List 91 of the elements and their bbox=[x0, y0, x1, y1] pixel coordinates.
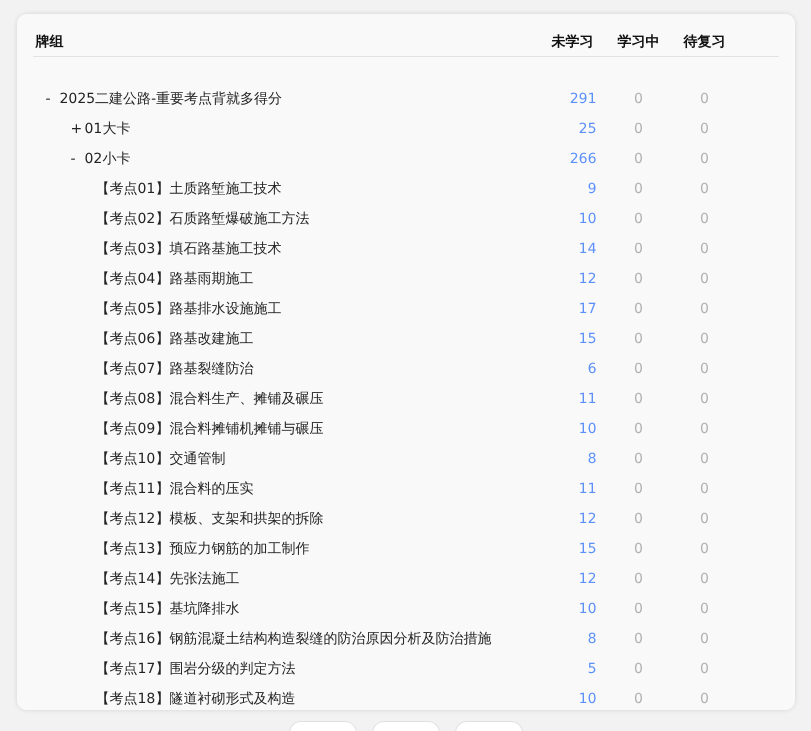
deck-name[interactable]: 【考点09】混合料摊铺机摊铺与碾压 bbox=[96, 420, 324, 438]
new-count: 6 bbox=[588, 361, 598, 377]
expand-toggle[interactable]: - bbox=[46, 91, 60, 107]
deck-name[interactable]: 【考点07】路基裂缝防治 bbox=[96, 360, 254, 378]
new-count: 11 bbox=[578, 391, 598, 407]
review-count: 0 bbox=[700, 511, 709, 527]
review-count: 0 bbox=[700, 541, 709, 557]
learning-count: 0 bbox=[634, 271, 643, 287]
deck-name[interactable]: 【考点10】交通管制 bbox=[96, 450, 226, 468]
new-count: 12 bbox=[578, 271, 598, 287]
review-count: 0 bbox=[700, 121, 709, 137]
new-count: 10 bbox=[578, 601, 598, 617]
review-count: 0 bbox=[700, 631, 709, 647]
review-count: 0 bbox=[700, 301, 709, 317]
review-count: 0 bbox=[700, 181, 709, 197]
deck-name[interactable]: 【考点04】路基雨期施工 bbox=[96, 270, 254, 288]
deck-name[interactable]: 【考点14】先张法施工 bbox=[96, 570, 240, 588]
deck-name[interactable]: 【考点02】石质路堑爆破施工方法 bbox=[96, 210, 310, 228]
learning-count: 0 bbox=[634, 151, 643, 167]
review-count: 0 bbox=[700, 211, 709, 227]
deck-name[interactable]: 02小卡 bbox=[84, 150, 130, 168]
new-count: 14 bbox=[578, 241, 598, 257]
column-header: 牌组 bbox=[34, 33, 64, 51]
review-count: 0 bbox=[700, 571, 709, 587]
expand-toggle[interactable]: + bbox=[70, 121, 84, 137]
learning-count: 0 bbox=[634, 331, 643, 347]
new-count: 15 bbox=[578, 331, 598, 347]
deck-name[interactable]: 【考点05】路基排水设施施工 bbox=[96, 300, 282, 318]
new-count: 15 bbox=[578, 541, 598, 557]
deck-name[interactable]: 【考点13】预应力钢筋的加工制作 bbox=[96, 540, 310, 558]
learning-count: 0 bbox=[634, 91, 643, 107]
review-count: 0 bbox=[700, 481, 709, 497]
review-count: 0 bbox=[700, 451, 709, 467]
column-header: 未学习 bbox=[552, 33, 594, 51]
review-count: 0 bbox=[700, 331, 709, 347]
deck-name[interactable]: 【考点12】模板、支架和拱架的拆除 bbox=[96, 510, 324, 528]
review-count: 0 bbox=[700, 601, 709, 617]
new-count: 5 bbox=[588, 661, 598, 677]
review-count: 0 bbox=[700, 241, 709, 257]
review-count: 0 bbox=[700, 91, 709, 107]
column-header: 学习中 bbox=[618, 33, 660, 51]
learning-count: 0 bbox=[634, 391, 643, 407]
deck-name[interactable]: 【考点01】土质路堑施工技术 bbox=[96, 180, 282, 198]
new-count: 10 bbox=[578, 211, 598, 227]
review-count: 0 bbox=[700, 361, 709, 377]
learning-count: 0 bbox=[634, 511, 643, 527]
learning-count: 0 bbox=[634, 541, 643, 557]
deck-name[interactable]: 01大卡 bbox=[84, 120, 130, 138]
new-count: 12 bbox=[578, 511, 598, 527]
new-count: 9 bbox=[588, 181, 598, 197]
learning-count: 0 bbox=[634, 181, 643, 197]
learning-count: 0 bbox=[634, 571, 643, 587]
review-count: 0 bbox=[700, 271, 709, 287]
expand-toggle[interactable]: - bbox=[70, 151, 84, 167]
deck-name[interactable]: 【考点18】隧道衬砌形式及构造 bbox=[96, 690, 296, 708]
learning-count: 0 bbox=[634, 631, 643, 647]
learning-count: 0 bbox=[634, 421, 643, 437]
learning-count: 0 bbox=[634, 301, 643, 317]
learning-count: 0 bbox=[634, 451, 643, 467]
column-header: 待复习 bbox=[684, 33, 726, 51]
new-count: 8 bbox=[588, 631, 598, 647]
review-count: 0 bbox=[700, 391, 709, 407]
learning-count: 0 bbox=[634, 121, 643, 137]
review-count: 0 bbox=[700, 691, 709, 707]
learning-count: 0 bbox=[634, 481, 643, 497]
deck-name[interactable]: 2025二建公路-重要考点背就多得分 bbox=[60, 90, 282, 108]
review-count: 0 bbox=[700, 151, 709, 167]
deck-name[interactable]: 【考点03】填石路基施工技术 bbox=[96, 240, 282, 258]
new-count: 11 bbox=[578, 481, 598, 497]
learning-count: 0 bbox=[634, 691, 643, 707]
deck-name[interactable]: 【考点17】围岩分级的判定方法 bbox=[96, 660, 296, 678]
deck-name[interactable]: 【考点08】混合料生产、摊铺及碾压 bbox=[96, 390, 324, 408]
learning-count: 0 bbox=[634, 211, 643, 227]
new-count: 17 bbox=[578, 301, 598, 317]
learning-count: 0 bbox=[634, 241, 643, 257]
review-count: 0 bbox=[700, 421, 709, 437]
new-count: 266 bbox=[570, 151, 598, 167]
new-count: 10 bbox=[578, 421, 598, 437]
new-count: 8 bbox=[588, 451, 598, 467]
new-count: 10 bbox=[578, 691, 598, 707]
deck-name[interactable]: 【考点11】混合料的压实 bbox=[96, 480, 254, 498]
learning-count: 0 bbox=[634, 601, 643, 617]
review-count: 0 bbox=[700, 661, 709, 677]
learning-count: 0 bbox=[634, 661, 643, 677]
deck-name[interactable]: 【考点06】路基改建施工 bbox=[96, 330, 254, 348]
learning-count: 0 bbox=[634, 361, 643, 377]
new-count: 291 bbox=[570, 91, 598, 107]
new-count: 12 bbox=[578, 571, 598, 587]
new-count: 25 bbox=[578, 121, 598, 137]
deck-name[interactable]: 【考点16】钢筋混凝土结构构造裂缝的防治原因分析及防治措施 bbox=[96, 630, 492, 648]
deck-name[interactable]: 【考点15】基坑降排水 bbox=[96, 600, 240, 618]
